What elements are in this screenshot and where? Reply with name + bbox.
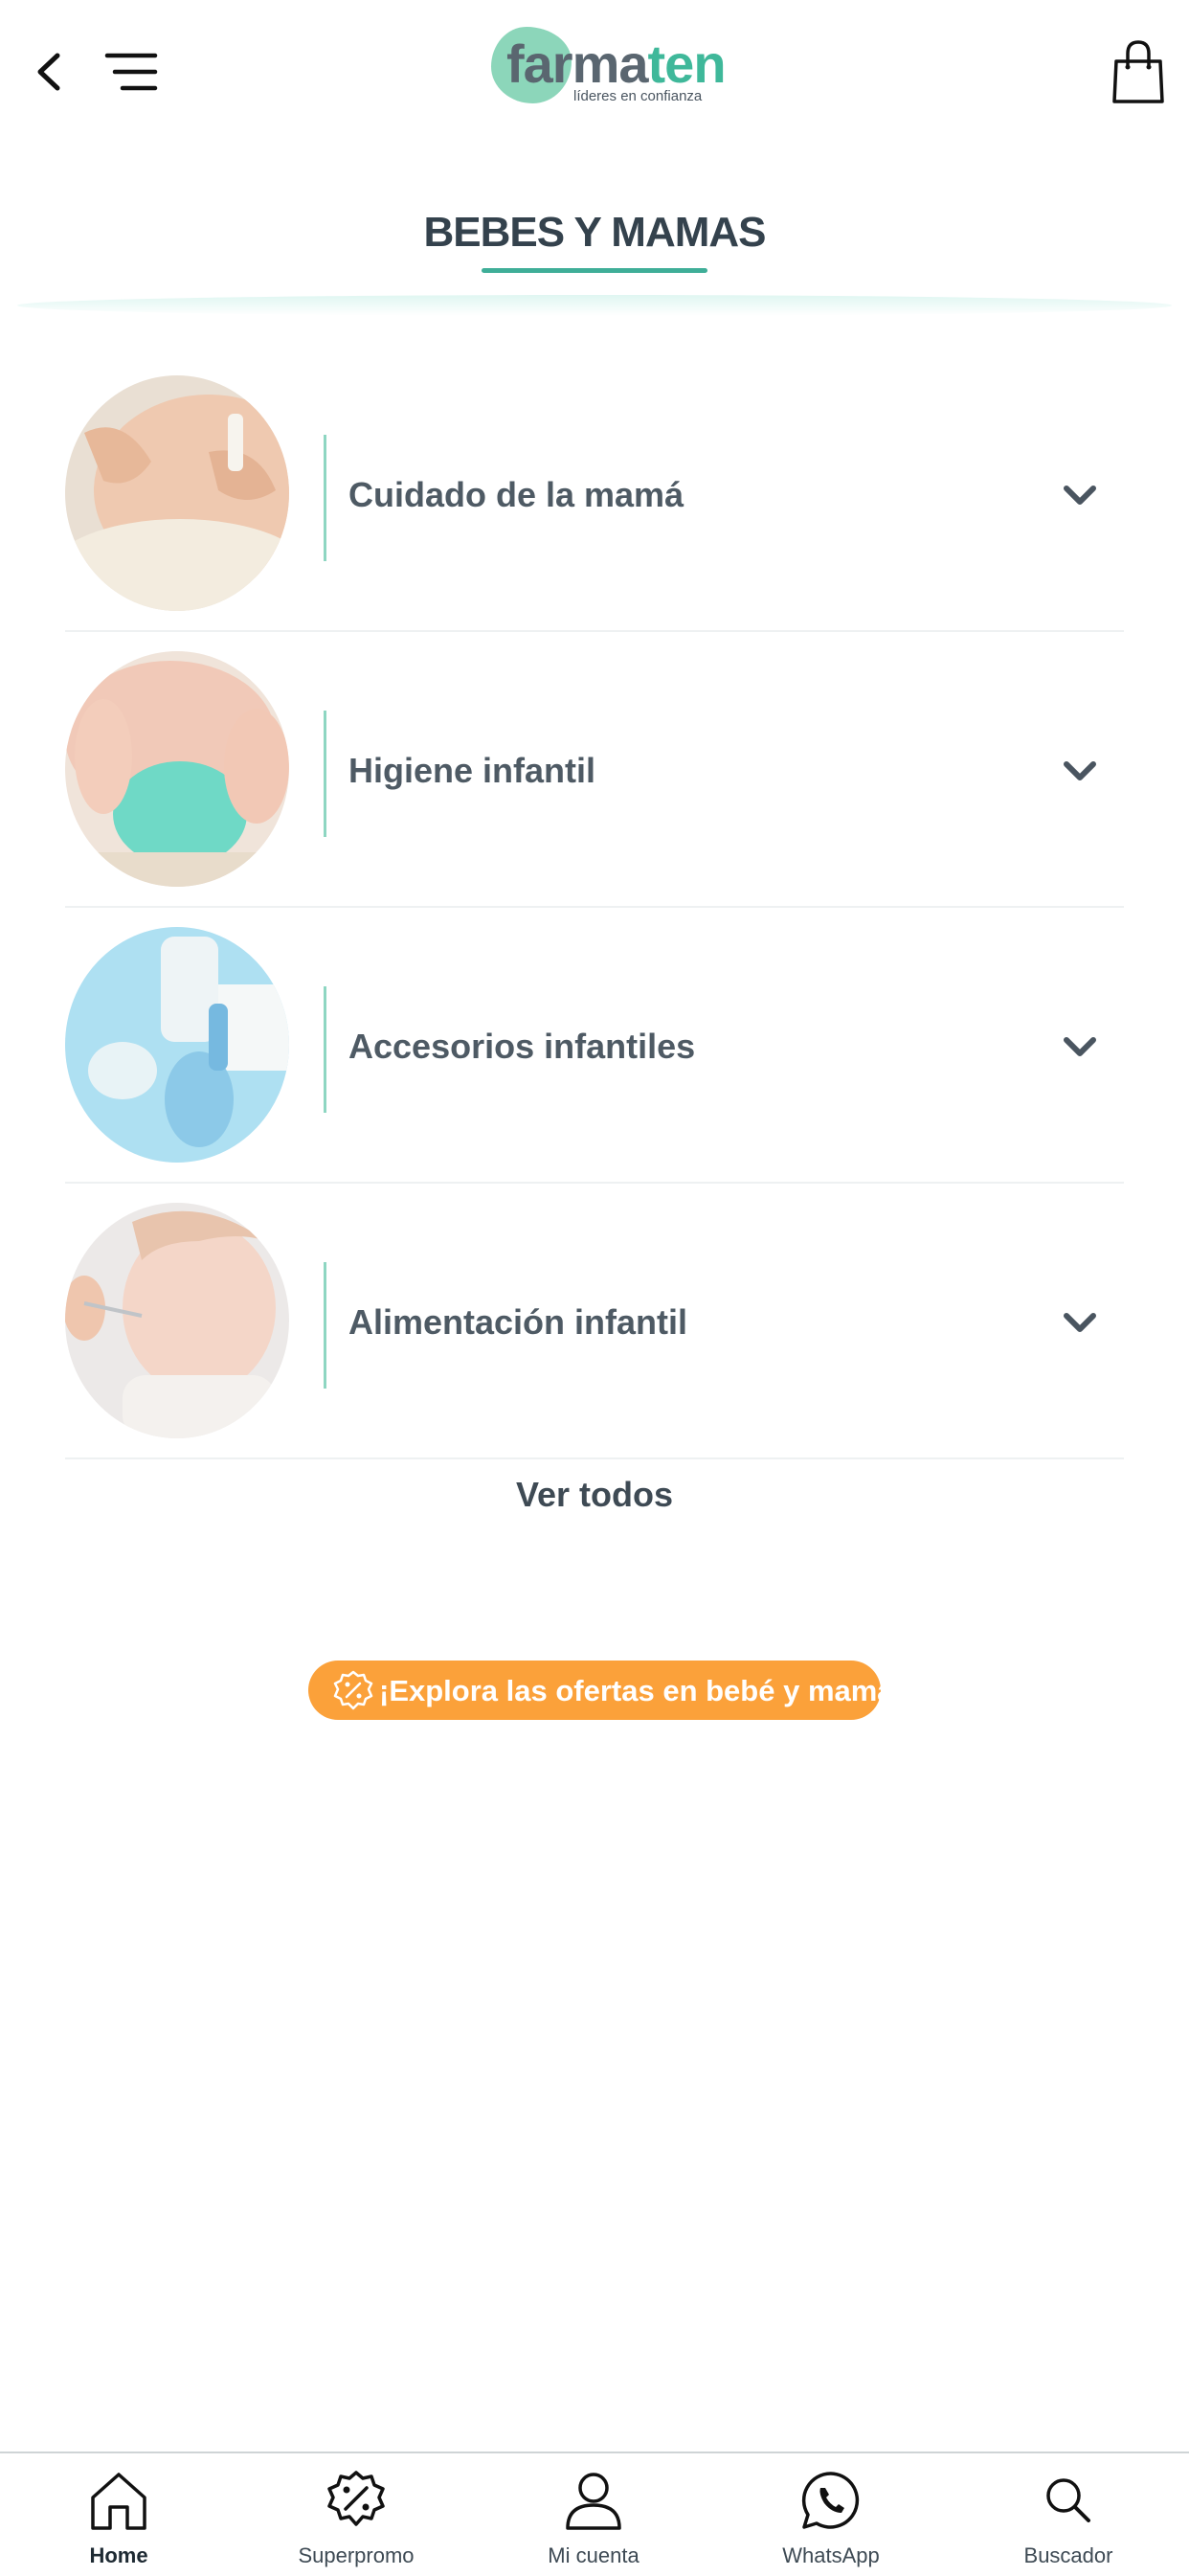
chevron-down-icon[interactable] xyxy=(1061,1030,1099,1063)
page-title: BEBES Y MAMAS xyxy=(423,209,766,256)
nav-label: Superpromo xyxy=(298,2543,415,2567)
farmaten-logo[interactable]: farmaten líderes en confianza xyxy=(483,21,727,117)
category-item-accesorios-infantiles[interactable]: Accesorios infantiles xyxy=(65,908,1124,1184)
nav-label: Mi cuenta xyxy=(548,2543,639,2567)
whatsapp-icon xyxy=(801,2472,860,2529)
home-icon xyxy=(91,2473,146,2530)
top-header: farmaten líderes en confianza xyxy=(0,0,1189,144)
offers-promo-button[interactable]: ¡Explora las ofertas en bebé y mamá xyxy=(308,1661,894,1720)
category-label: Higiene infantil xyxy=(348,751,596,790)
category-label: Accesorios infantiles xyxy=(348,1027,696,1066)
category-item-cuidado-mama[interactable]: Cuidado de la mamá xyxy=(65,356,1124,632)
chevron-down-icon[interactable] xyxy=(1061,755,1099,787)
logo-tagline: líderes en confianza xyxy=(573,88,703,104)
hamburger-menu-icon[interactable] xyxy=(103,50,161,94)
nav-whatsapp[interactable]: WhatsApp xyxy=(712,2453,950,2576)
category-label: Alimentación infantil xyxy=(348,1302,688,1342)
nav-superpromo[interactable]: Superpromo xyxy=(237,2453,475,2576)
shopping-bag-icon[interactable] xyxy=(1110,38,1166,105)
nav-label: Home xyxy=(89,2543,148,2567)
title-shadow-divider xyxy=(17,295,1172,316)
percent-badge-icon xyxy=(333,1670,373,1710)
nav-mi-cuenta[interactable]: Mi cuenta xyxy=(475,2453,712,2576)
nav-home[interactable]: Home xyxy=(0,2453,237,2576)
nav-label: Buscador xyxy=(1023,2543,1113,2567)
category-photo-baby-diaper xyxy=(65,651,289,887)
logo-wordmark: farmaten xyxy=(506,34,727,94)
category-separator xyxy=(324,435,326,561)
see-all-link[interactable]: Ver todos xyxy=(0,1475,1189,1515)
bottom-navigation: Home Superpromo Mi cuenta WhatsApp Busca… xyxy=(0,2452,1189,2576)
percent-badge-icon xyxy=(327,2471,385,2526)
search-icon xyxy=(1046,2478,1090,2522)
promo-text: ¡Explora las ofertas en bebé y mamá xyxy=(379,1674,894,1707)
category-separator xyxy=(324,1262,326,1389)
category-photo-pregnant-belly xyxy=(65,375,289,611)
nav-label: WhatsApp xyxy=(782,2543,880,2567)
category-item-higiene-infantil[interactable]: Higiene infantil xyxy=(65,632,1124,908)
row-divider xyxy=(65,1457,1124,1459)
category-separator xyxy=(324,986,326,1113)
title-underline xyxy=(482,268,707,273)
nav-buscador[interactable]: Buscador xyxy=(950,2453,1187,2576)
chevron-down-icon[interactable] xyxy=(1061,479,1099,511)
user-icon xyxy=(566,2473,621,2530)
category-photo-baby-feeding xyxy=(65,1203,289,1438)
category-photo-baby-accessories xyxy=(65,927,289,1163)
category-label: Cuidado de la mamá xyxy=(348,475,684,514)
category-separator xyxy=(324,711,326,837)
category-item-alimentacion-infantil[interactable]: Alimentación infantil xyxy=(65,1184,1124,1459)
chevron-down-icon[interactable] xyxy=(1061,1306,1099,1339)
back-arrow-icon[interactable] xyxy=(29,46,71,98)
